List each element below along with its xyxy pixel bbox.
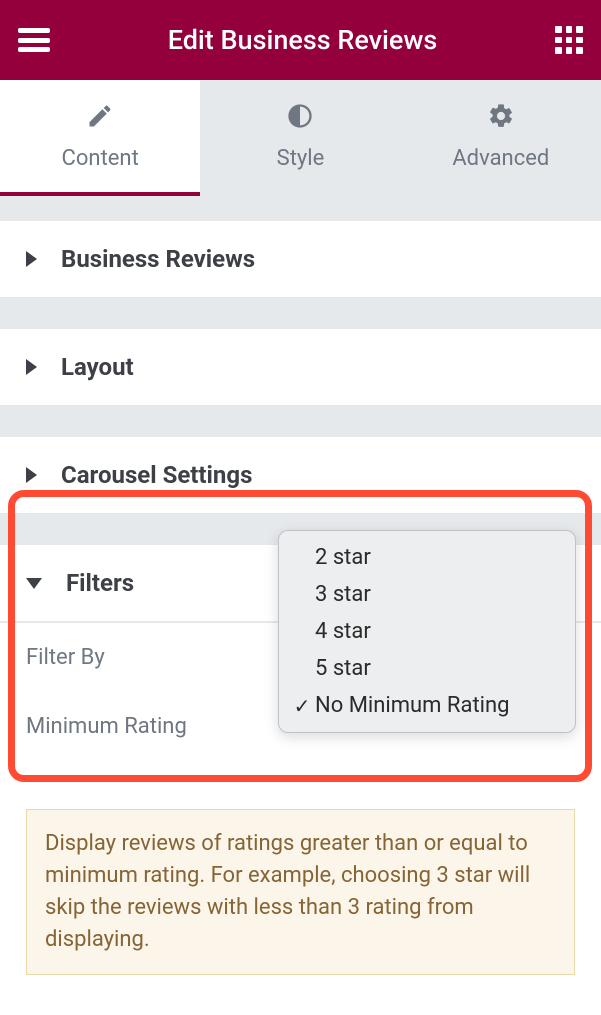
- section-carousel-settings[interactable]: Carousel Settings: [0, 436, 601, 514]
- option-label: No Minimum Rating: [315, 693, 557, 718]
- dropdown-option[interactable]: 4 star: [279, 613, 575, 650]
- spacer: [0, 196, 601, 220]
- option-label: 3 star: [315, 582, 557, 607]
- info-note: Display reviews of ratings greater than …: [26, 809, 575, 975]
- chevron-right-icon: [26, 359, 37, 375]
- setting-label: Filter By: [26, 645, 105, 670]
- option-label: 4 star: [315, 619, 557, 644]
- option-label: 5 star: [315, 656, 557, 681]
- note-wrap: Display reviews of ratings greater than …: [0, 809, 601, 1015]
- spacer: [0, 406, 601, 436]
- dropdown-option[interactable]: 2 star: [279, 539, 575, 576]
- section-business-reviews[interactable]: Business Reviews: [0, 220, 601, 298]
- dropdown-option-selected[interactable]: ✓ No Minimum Rating: [279, 687, 575, 724]
- dropdown-option[interactable]: 3 star: [279, 576, 575, 613]
- section-title: Carousel Settings: [61, 461, 252, 489]
- option-label: 2 star: [315, 545, 557, 570]
- chevron-right-icon: [26, 467, 37, 483]
- tab-style[interactable]: Style: [200, 80, 400, 195]
- dropdown-option[interactable]: 5 star: [279, 650, 575, 687]
- check-icon: ✓: [289, 694, 315, 718]
- tab-label: Advanced: [452, 146, 549, 171]
- chevron-down-icon: [26, 578, 42, 589]
- tab-advanced[interactable]: Advanced: [401, 80, 601, 195]
- chevron-right-icon: [26, 251, 37, 267]
- menu-icon[interactable]: [18, 28, 50, 52]
- tab-content[interactable]: Content: [0, 80, 200, 195]
- tab-label: Style: [277, 146, 325, 171]
- section-layout[interactable]: Layout: [0, 328, 601, 406]
- section-title: Business Reviews: [61, 245, 255, 273]
- section-title: Layout: [61, 353, 134, 381]
- app-header: Edit Business Reviews: [0, 0, 601, 80]
- gear-icon: [401, 102, 601, 134]
- apps-grid-icon[interactable]: [555, 26, 583, 54]
- spacer: [0, 298, 601, 328]
- contrast-icon: [200, 102, 400, 134]
- header-title: Edit Business Reviews: [50, 24, 555, 56]
- pencil-icon: [0, 102, 200, 134]
- tab-label: Content: [62, 146, 139, 171]
- section-title: Filters: [66, 569, 134, 597]
- tabs: Content Style Advanced: [0, 80, 601, 196]
- minimum-rating-dropdown[interactable]: 2 star 3 star 4 star 5 star ✓ No Minimum…: [278, 530, 576, 733]
- setting-label: Minimum Rating: [26, 714, 187, 739]
